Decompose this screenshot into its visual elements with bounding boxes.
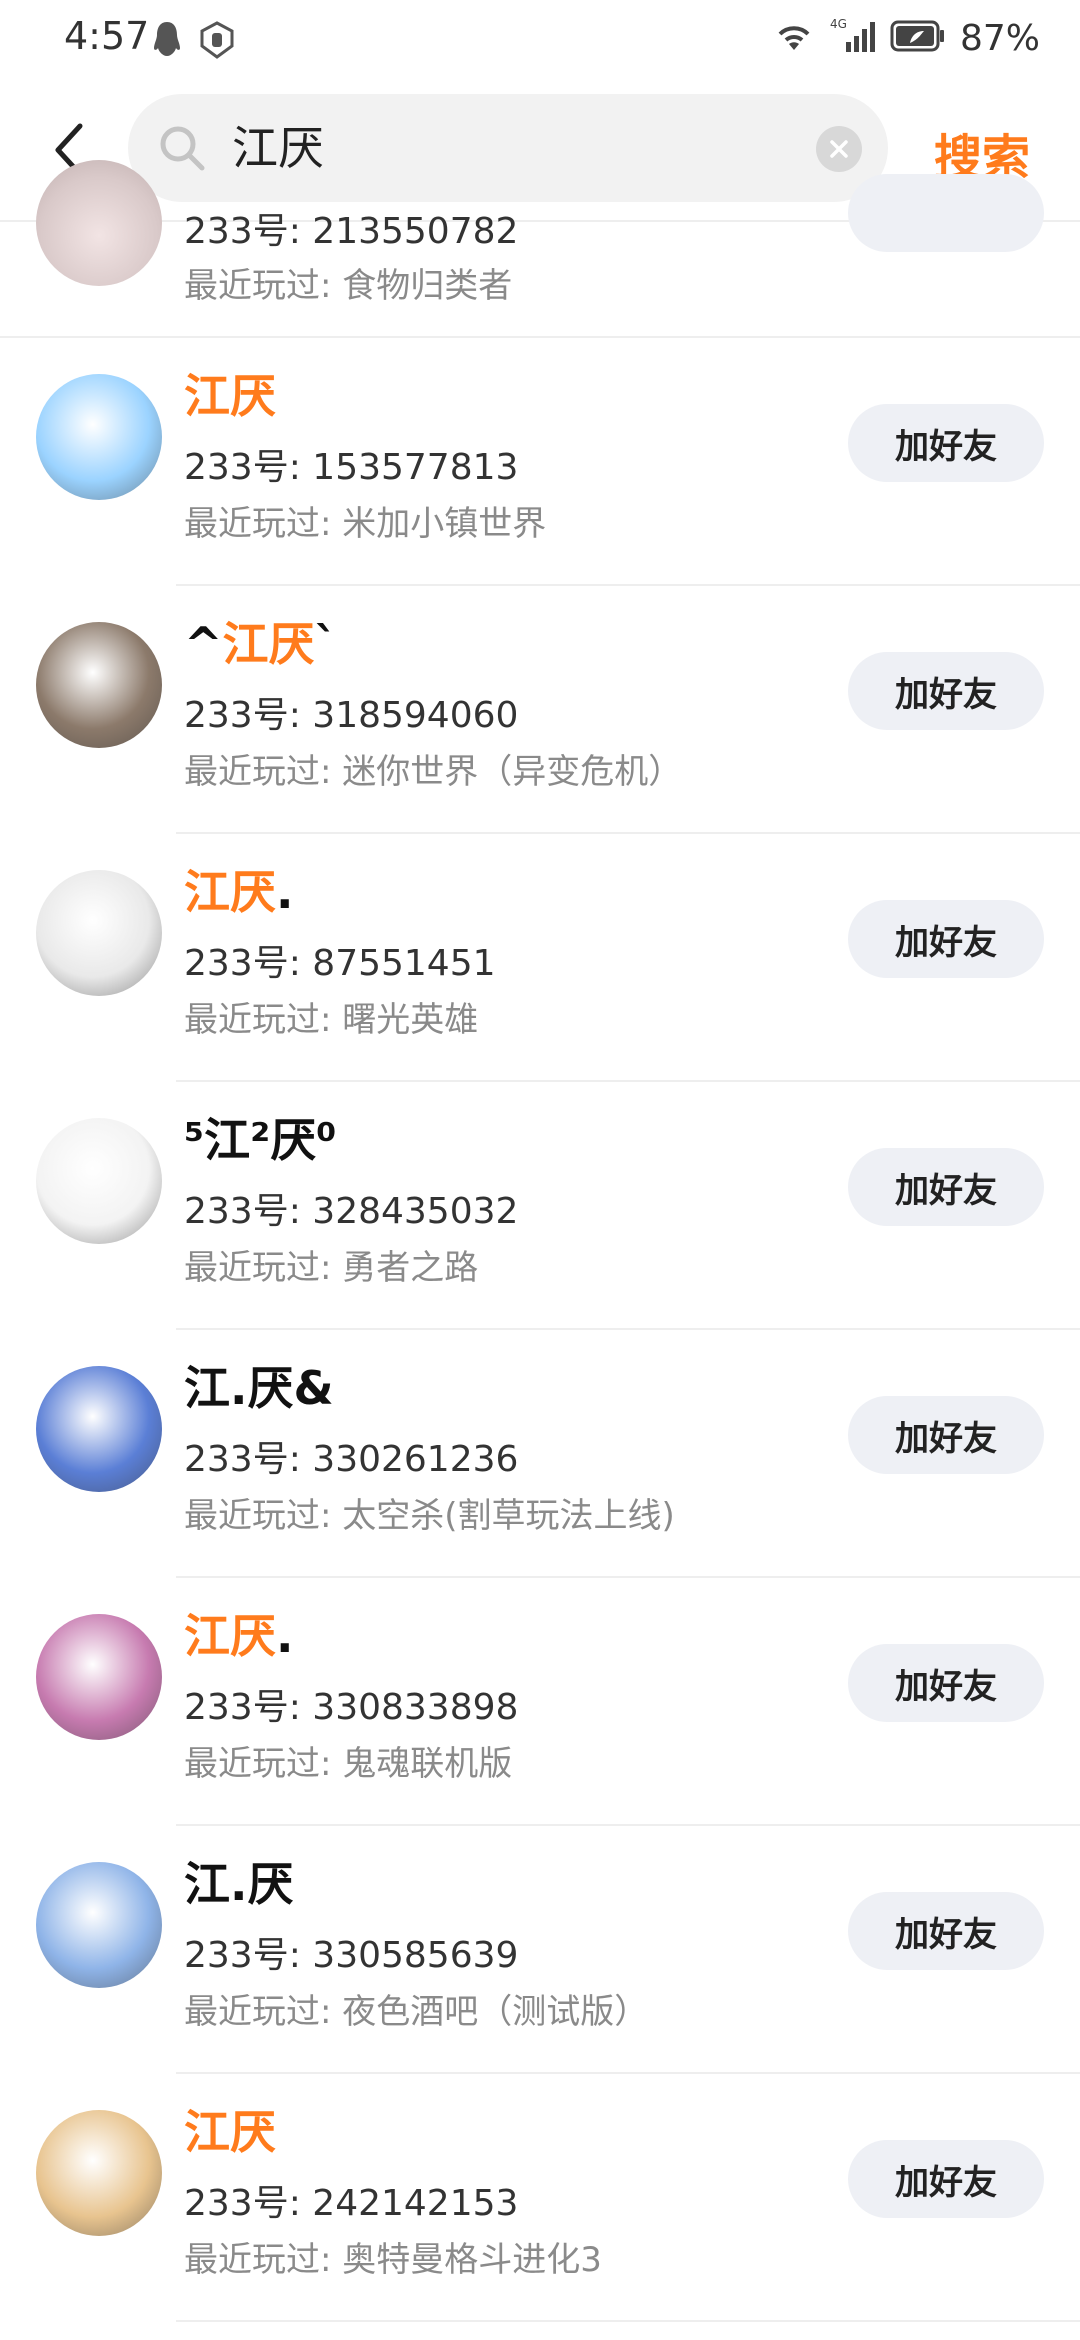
- search-query-text: 江厌: [232, 121, 324, 175]
- add-friend-button[interactable]: 加好友: [848, 404, 1044, 482]
- name-prefix: 江.厌&: [184, 1361, 334, 1415]
- search-results-list: 233号: 213550782 最近玩过: 食物归类者 江厌 233号: 1535…: [0, 160, 1080, 2322]
- avatar[interactable]: [36, 2110, 162, 2236]
- user-id: 233号: 318594060: [184, 695, 519, 736]
- recently-played: 最近玩过: 太空杀(割草玩法上线): [184, 1496, 675, 1536]
- list-item[interactable]: 江厌. 233号: 330833898 最近玩过: 鬼魂联机版 加好友: [0, 1578, 1080, 1826]
- recently-played: 最近玩过: 鬼魂联机版: [184, 1744, 513, 1784]
- user-name: ^江厌`: [184, 608, 338, 674]
- status-time: 4:57: [64, 14, 150, 58]
- qq-icon: [150, 20, 184, 64]
- user-id: 233号: 330833898: [184, 1687, 519, 1728]
- search-input[interactable]: 江厌: [128, 94, 888, 202]
- user-id: 233号: 242142153: [184, 2183, 519, 2224]
- recently-played: 最近玩过: 米加小镇世界: [184, 504, 547, 544]
- user-name: 江.厌&: [184, 1352, 334, 1418]
- add-friend-button[interactable]: 加好友: [848, 1892, 1044, 1970]
- name-prefix: ^: [184, 617, 223, 671]
- list-item[interactable]: ⁵江²厌⁰ 233号: 328435032 最近玩过: 勇者之路 加好友: [0, 1082, 1080, 1330]
- add-friend-button[interactable]: [848, 174, 1044, 252]
- user-name: 江.厌: [184, 1848, 293, 1914]
- name-prefix: 江.厌: [184, 1857, 294, 1911]
- user-name: ⁵江²厌⁰: [184, 1104, 336, 1170]
- list-item[interactable]: 江厌 233号: 242142153 最近玩过: 奥特曼格斗进化3 加好友: [0, 2074, 1080, 2322]
- name-suffix: .: [276, 865, 294, 919]
- user-id: 233号: 213550782: [184, 211, 519, 252]
- divider: [176, 2320, 1080, 2322]
- list-item[interactable]: 江厌. 233号: 87551451 最近玩过: 曙光英雄 加好友: [0, 834, 1080, 1082]
- search-icon: [160, 126, 205, 171]
- avatar[interactable]: [36, 374, 162, 500]
- list-item[interactable]: 江厌 233号: 153577813 最近玩过: 米加小镇世界 加好友: [0, 338, 1080, 586]
- close-icon: [830, 140, 848, 158]
- battery-icon: [890, 19, 946, 57]
- name-highlight: 江厌: [184, 865, 276, 919]
- user-id: 233号: 153577813: [184, 447, 519, 488]
- recently-played: 最近玩过: 奥特曼格斗进化3: [184, 2240, 602, 2280]
- list-item[interactable]: ^江厌` 233号: 318594060 最近玩过: 迷你世界（异变危机） 加好友: [0, 586, 1080, 834]
- user-name: 江厌.: [184, 856, 293, 922]
- avatar[interactable]: [36, 622, 162, 748]
- name-prefix: ⁵江²厌⁰: [184, 1113, 337, 1167]
- user-name: 江厌: [184, 2096, 276, 2162]
- user-id: 233号: 330585639: [184, 1935, 519, 1976]
- recently-played: 最近玩过: 迷你世界（异变危机）: [184, 752, 683, 792]
- svg-text:4G: 4G: [830, 17, 847, 31]
- list-item-partial[interactable]: 233号: 213550782 最近玩过: 食物归类者: [0, 160, 1080, 338]
- wifi-icon: [772, 16, 816, 60]
- user-id: 233号: 87551451: [184, 943, 496, 984]
- recently-played: 最近玩过: 曙光英雄: [184, 1000, 479, 1040]
- add-friend-button[interactable]: 加好友: [848, 1396, 1044, 1474]
- add-friend-button[interactable]: 加好友: [848, 652, 1044, 730]
- avatar[interactable]: [36, 1366, 162, 1492]
- add-friend-button[interactable]: 加好友: [848, 1148, 1044, 1226]
- avatar[interactable]: [36, 1862, 162, 1988]
- avatar[interactable]: [36, 1614, 162, 1740]
- add-friend-button[interactable]: 加好友: [848, 900, 1044, 978]
- name-highlight: 江厌: [184, 369, 276, 423]
- name-highlight: 江厌: [184, 2105, 276, 2159]
- signal-icon: 4G: [830, 16, 876, 60]
- hand-shield-icon: [198, 20, 236, 64]
- list-item[interactable]: 江.厌& 233号: 330261236 最近玩过: 太空杀(割草玩法上线) 加好友: [0, 1330, 1080, 1578]
- user-id: 233号: 330261236: [184, 1439, 519, 1480]
- name-highlight: 江厌: [222, 617, 315, 671]
- recently-played: 最近玩过: 勇者之路: [184, 1248, 479, 1288]
- status-bar: 4:57 4G 87%: [0, 0, 1080, 80]
- recently-played: 最近玩过: 食物归类者: [184, 266, 513, 306]
- avatar[interactable]: [36, 870, 162, 996]
- user-name: 江厌.: [184, 1600, 293, 1666]
- battery-percent: 87%: [959, 17, 1040, 59]
- name-highlight: 江厌: [184, 1609, 276, 1663]
- add-friend-button[interactable]: 加好友: [848, 1644, 1044, 1722]
- name-suffix: `: [314, 617, 338, 671]
- list-item[interactable]: 江.厌 233号: 330585639 最近玩过: 夜色酒吧（测试版） 加好友: [0, 1826, 1080, 2074]
- add-friend-button[interactable]: 加好友: [848, 2140, 1044, 2218]
- clear-search-button[interactable]: [816, 126, 862, 172]
- name-suffix: .: [276, 1609, 294, 1663]
- recently-played: 最近玩过: 夜色酒吧（测试版）: [184, 1992, 649, 2032]
- avatar: [36, 160, 162, 286]
- user-name: 江厌: [184, 360, 276, 426]
- avatar[interactable]: [36, 1118, 162, 1244]
- user-id: 233号: 328435032: [184, 1191, 519, 1232]
